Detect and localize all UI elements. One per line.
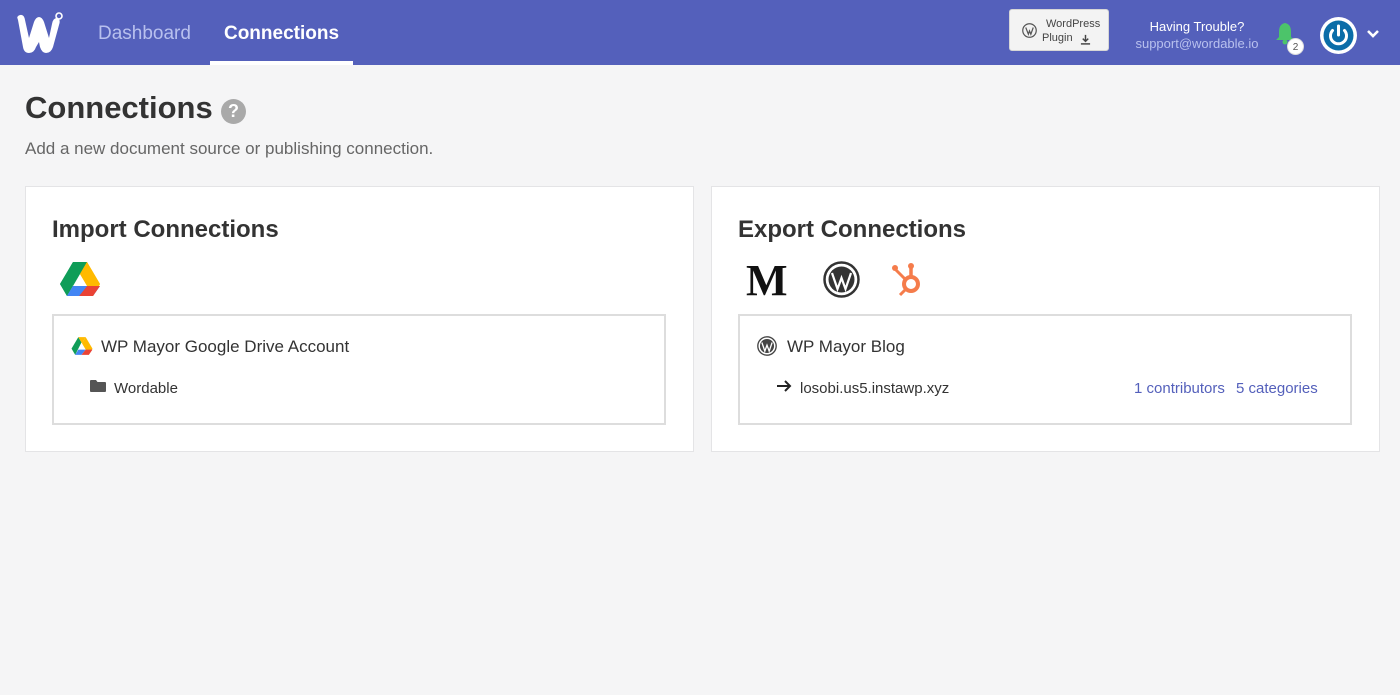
export-connection-item[interactable]: WP Mayor Blog losobi.us5.instawp.xyz 1 c…	[738, 314, 1352, 425]
power-icon	[1323, 20, 1354, 51]
active-tab-indicator	[210, 61, 353, 65]
medium-icon[interactable]: M	[746, 256, 792, 305]
notification-count-badge: 2	[1287, 38, 1304, 55]
page-subtitle: Add a new document source or publishing …	[25, 139, 434, 158]
folder-icon	[90, 379, 106, 398]
categories-link[interactable]: 5 categories	[1236, 380, 1318, 397]
page-title: Connections	[25, 90, 213, 125]
import-connection-item[interactable]: WP Mayor Google Drive Account Wordable	[52, 314, 666, 425]
help-icon[interactable]: ?	[221, 99, 246, 124]
tab-connections[interactable]: Connections	[210, 0, 353, 65]
contributors-link[interactable]: 1 contributors	[1134, 380, 1225, 397]
arrow-right-icon	[776, 379, 792, 398]
tab-connections-label: Connections	[223, 23, 340, 44]
wp-plugin-label-line1: WordPress	[1046, 18, 1101, 30]
svg-text:M: M	[746, 260, 788, 298]
top-navbar: Dashboard Connections WordPress Plugin H…	[0, 0, 1400, 65]
chevron-down-icon[interactable]	[1366, 26, 1380, 44]
export-connections-card: Export Connections M WP Mayor Blog losob…	[711, 186, 1380, 452]
support-email[interactable]: support@wordable.io	[1132, 36, 1262, 51]
export-connections-title: Export Connections	[738, 216, 967, 243]
import-connections-title: Import Connections	[52, 216, 279, 243]
support-title: Having Trouble?	[1149, 19, 1245, 34]
tab-dashboard[interactable]: Dashboard	[98, 0, 191, 65]
google-drive-icon[interactable]	[59, 260, 101, 303]
user-avatar[interactable]	[1320, 17, 1357, 54]
support-info: Having Trouble? support@wordable.io	[1132, 19, 1262, 51]
wordpress-icon	[1022, 23, 1037, 43]
export-site-url[interactable]: losobi.us5.instawp.xyz	[800, 380, 949, 397]
wordable-logo[interactable]	[14, 12, 64, 54]
import-connections-card: Import Connections WP Mayor Google Drive…	[25, 186, 694, 452]
export-connection-name: WP Mayor Blog	[787, 337, 905, 356]
wordpress-icon[interactable]	[823, 261, 860, 303]
wordpress-icon	[757, 336, 777, 361]
wordpress-plugin-button[interactable]: WordPress Plugin	[1009, 9, 1109, 51]
hubspot-icon[interactable]	[891, 262, 929, 303]
import-folder-name: Wordable	[114, 380, 178, 397]
google-drive-icon	[71, 336, 93, 361]
download-icon	[1080, 32, 1091, 50]
import-connection-name: WP Mayor Google Drive Account	[101, 337, 350, 356]
wp-plugin-label-line2: Plugin	[1042, 32, 1073, 44]
